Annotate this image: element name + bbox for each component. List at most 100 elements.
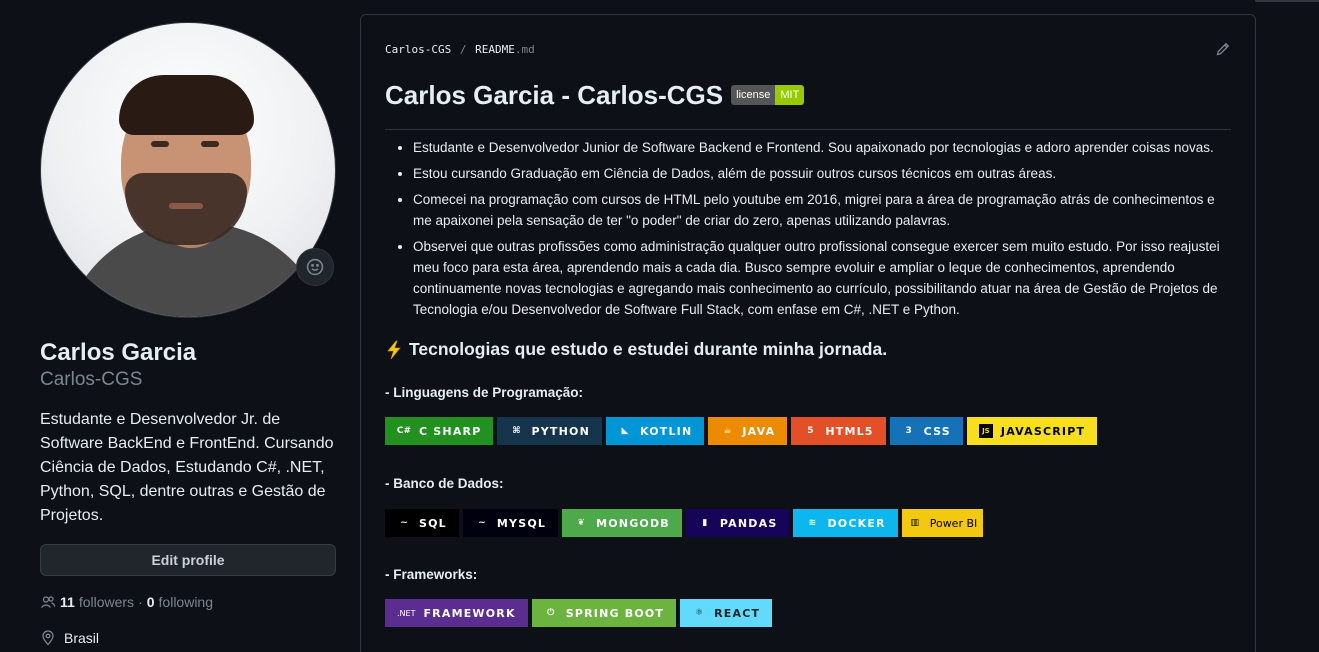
breadcrumb-separator: /	[459, 43, 467, 56]
python-icon: ⌘	[512, 426, 521, 436]
edit-readme-button[interactable]	[1215, 41, 1231, 57]
tech-badge-power-bi[interactable]: ▥ Power BI	[901, 509, 984, 537]
following-count[interactable]: 0	[147, 594, 155, 610]
tech-badge-framework[interactable]: .NET FRAMEWORK	[385, 599, 528, 627]
list-item: Comecei na programação com cursos de HTM…	[413, 189, 1235, 231]
location-pin-icon	[42, 630, 54, 646]
frameworks-badges: .NET FRAMEWORK ⏻ SPRING BOOT ⚛ REACT	[385, 599, 773, 627]
react-icon: ⚛	[695, 608, 704, 618]
c-icon: C#	[396, 426, 412, 436]
tech-badge-label: JAVASCRIPT	[1000, 424, 1086, 438]
divider	[1255, 0, 1319, 2]
tech-badge-docker[interactable]: ≋ DOCKER	[793, 509, 898, 537]
set-status-button[interactable]	[296, 248, 334, 286]
location-text: Brasil	[64, 630, 100, 646]
frameworks-heading: - Frameworks:	[385, 567, 478, 582]
tech-badge-c-sharp[interactable]: C# C SHARP	[385, 417, 494, 445]
license-badge-value: MIT	[775, 85, 805, 105]
list-item: Estudante e Desenvolvedor Junior de Soft…	[413, 137, 1235, 158]
avatar-hair	[119, 75, 254, 135]
tech-badge-label: FRAMEWORK	[423, 606, 516, 620]
breadcrumb-file: README	[475, 43, 515, 56]
edit-profile-button[interactable]: Edit profile	[40, 544, 336, 576]
profile-bio: Estudante e Desenvolvedor Jr. de Softwar…	[40, 411, 334, 524]
list-item: Observei que outras profissões como admi…	[413, 236, 1235, 320]
tech-badge-html5[interactable]: 5 HTML5	[791, 417, 886, 445]
people-icon	[41, 596, 56, 608]
avatar[interactable]	[40, 22, 336, 318]
spring-icon: ⏻	[547, 608, 555, 618]
about-list: Estudante e Desenvolvedor Junior de Soft…	[413, 137, 1235, 325]
leaf-icon: ❦	[577, 518, 585, 528]
pandas-icon: ▮	[702, 518, 708, 528]
breadcrumb-repo-link[interactable]: Carlos-CGS	[385, 43, 451, 56]
css3-icon: 3	[905, 426, 912, 436]
tech-badge-label: KOTLIN	[639, 424, 693, 438]
tech-badge-pandas[interactable]: ▮ PANDAS	[685, 509, 790, 537]
followers-label[interactable]: followers	[79, 594, 134, 610]
readme-box: Carlos-CGS / README.md Carlos Garcia - C…	[360, 14, 1256, 652]
avatar-container	[40, 22, 336, 318]
avatar-mouth	[169, 203, 203, 209]
readme-title-row: Carlos Garcia - Carlos-CGS license MIT	[385, 79, 805, 111]
databases-heading: - Banco de Dados:	[385, 476, 504, 491]
title-divider	[385, 129, 1231, 130]
license-badge-label: license	[731, 85, 776, 105]
list-item: Estou cursando Graduação em Ciência de D…	[413, 163, 1235, 184]
tech-badge-css[interactable]: 3 CSS	[889, 417, 963, 445]
tech-heading-text: Tecnologias que estudo e estudei durante…	[409, 339, 888, 359]
tech-badge-label: Power BI	[929, 516, 978, 530]
mysql-icon: ~	[478, 518, 486, 528]
tech-badge-label: PANDAS	[719, 516, 778, 530]
tech-badge-label: DOCKER	[827, 516, 886, 530]
net-icon: .NET	[397, 608, 416, 618]
avatar-eye	[201, 141, 219, 147]
tech-heading: Tecnologias que estudo e estudei durante…	[385, 339, 887, 360]
following-label[interactable]: following	[159, 594, 213, 610]
tech-badge-spring-boot[interactable]: ⏻ SPRING BOOT	[531, 599, 677, 627]
pencil-icon	[1216, 42, 1230, 56]
tech-badge-label: PYTHON	[531, 424, 590, 438]
tech-badge-react[interactable]: ⚛ REACT	[680, 599, 773, 627]
profile-username: Carlos-CGS	[40, 369, 143, 390]
tech-badge-python[interactable]: ⌘ PYTHON	[497, 417, 602, 445]
location: Brasil	[40, 630, 336, 646]
tech-badge-label: SQL	[419, 516, 447, 530]
readme-title: Carlos Garcia - Carlos-CGS	[385, 80, 724, 110]
tech-badge-mysql[interactable]: ~ MYSQL	[462, 509, 559, 537]
mysql-icon: ~	[400, 518, 408, 528]
profile-name: Carlos Garcia	[40, 339, 197, 366]
follow-separator: ·	[138, 594, 143, 610]
tech-badge-label: HTML5	[825, 424, 874, 438]
readme-breadcrumb: Carlos-CGS / README.md	[385, 43, 535, 56]
tech-badge-javascript[interactable]: JS JAVASCRIPT	[966, 417, 1098, 445]
languages-heading: - Linguagens de Programação:	[385, 385, 584, 400]
tech-badge-mongodb[interactable]: ❦ MONGODB	[562, 509, 682, 537]
license-badge[interactable]: license MIT	[731, 85, 805, 105]
breadcrumb-extension: .md	[514, 43, 535, 56]
tech-badge-label: CSS	[923, 424, 951, 438]
js-icon: JS	[978, 424, 993, 438]
profile-sidebar: Carlos Garcia Carlos-CGS Estudante e Des…	[40, 22, 336, 646]
databases-badges: ~ SQL ~ MYSQL ❦ MONGODB ▮ PANDAS ≋ DOCKER ▥ Power B…	[385, 509, 984, 537]
smiley-icon	[306, 258, 324, 276]
follow-stats: 11 followers · 0 following	[40, 594, 336, 610]
tech-badge-kotlin[interactable]: ◣ KOTLIN	[605, 417, 705, 445]
tech-badge-label: JAVA	[742, 424, 776, 438]
profile-page: Carlos Garcia Carlos-CGS Estudante e Des…	[0, 0, 1319, 652]
tech-badge-sql[interactable]: ~ SQL	[385, 509, 459, 537]
docker-icon: ≋	[808, 518, 817, 528]
tech-badge-label: REACT	[714, 606, 761, 620]
html5-icon: 5	[807, 426, 814, 436]
tech-badge-java[interactable]: ☕ JAVA	[708, 417, 788, 445]
java-icon: ☕	[723, 426, 732, 436]
tech-badge-label: MONGODB	[596, 516, 670, 530]
kotlin-icon: ◣	[621, 426, 629, 436]
tech-badge-label: C SHARP	[419, 424, 482, 438]
languages-badges: C# C SHARP ⌘ PYTHON ◣ KOTLIN ☕ JAVA 5 HTML5 3 CSS JS…	[385, 417, 1098, 445]
followers-count[interactable]: 11	[60, 594, 75, 610]
avatar-eye	[151, 141, 169, 147]
lightning-icon	[387, 340, 401, 359]
powerbi-icon: ▥	[910, 518, 919, 528]
tech-badge-label: MYSQL	[496, 516, 547, 530]
